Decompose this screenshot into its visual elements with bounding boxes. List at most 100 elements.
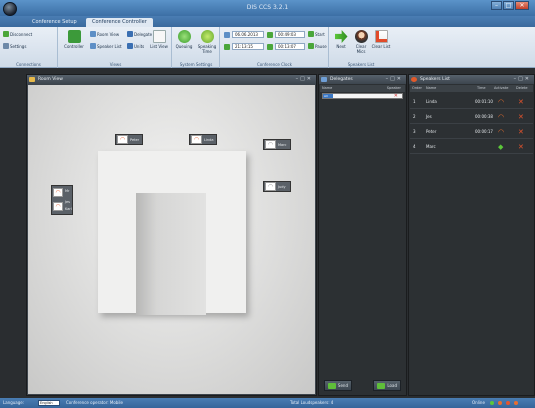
mic-unit-linda[interactable]: ◠ Linda (189, 134, 217, 145)
delete-icon[interactable]: ✕ (518, 125, 524, 139)
column-activate[interactable]: Activate (494, 85, 508, 92)
room-view-header: Room View –□✕ (27, 75, 316, 84)
window-title: DIS CCS 3.2.1 (246, 4, 289, 11)
tab-conference-setup[interactable]: Conference Setup (26, 18, 83, 27)
settings-button[interactable]: Settings (3, 43, 26, 49)
pause-button[interactable]: Pause (308, 43, 327, 49)
table-row[interactable]: 4 Marc ◆ ✕ (410, 140, 533, 154)
send-button[interactable]: Send (324, 380, 352, 391)
table-row[interactable]: 1 Linda 00:01:10 ◠ ✕ (410, 95, 533, 109)
column-name[interactable]: Name (322, 85, 332, 92)
column-name[interactable]: Name (426, 85, 436, 92)
panel-controls[interactable]: –□✕ (386, 75, 403, 84)
delegates-header: Delegates –□✕ (319, 75, 406, 84)
load-icon (377, 383, 385, 389)
disconnect-button[interactable]: Disconnect (3, 31, 32, 37)
ribbon: Disconnect Settings Connections Controll… (0, 27, 535, 68)
column-speaker[interactable]: Speaker (387, 85, 401, 92)
tab-conference-controller[interactable]: Conference Controller (86, 18, 153, 27)
wifi-icon: ◠ (265, 140, 276, 149)
ribbon-group-conference-clock: 06.06.2013 00:49:03 21:13:15 00:13:07 St… (221, 27, 329, 68)
mic-unit-judy[interactable]: ◠ Judy (263, 181, 291, 192)
group-label: Conference Clock (257, 62, 292, 67)
clear-mics-icon (354, 30, 368, 43)
table-opening (136, 193, 206, 315)
room-view-button[interactable]: Room View (90, 31, 119, 37)
speakers-list-header: Speakers List –□✕ (409, 75, 534, 84)
remaining-icon (267, 44, 273, 50)
speakers-column-header: Order Name Time Activate Delete (410, 85, 533, 92)
window-controls: – □ ✕ (491, 1, 529, 10)
delegates-column-header: Name Speaker (320, 85, 405, 92)
units-button[interactable]: Units (127, 43, 144, 49)
group-label: Connections (16, 62, 41, 67)
ribbon-group-views: Controller Room View Speaker List Delega… (60, 27, 172, 68)
table-row[interactable]: 2 Jes 00:00:38 ◠ ✕ (410, 110, 533, 124)
date-field[interactable]: 06.06.2013 (232, 31, 264, 38)
language-select[interactable]: English (38, 400, 60, 406)
speakers-list-panel: Speakers List –□✕ Order Name Time Activa… (408, 74, 535, 396)
room-floor: ◠ Peter ◠ Linda ◠ Marc ◠ Judy ◠ Mr ◠ Jes… (28, 85, 315, 394)
speakers-count-text: Total Loudspeakers: 4 (290, 400, 334, 405)
conference-table (98, 151, 246, 315)
delete-icon[interactable]: ✕ (518, 110, 524, 124)
wifi-icon[interactable]: ◠ (498, 110, 504, 124)
queuing-icon (177, 30, 191, 43)
clear-mics-button[interactable]: Clear Mics (351, 30, 371, 54)
column-delete[interactable]: Delete (516, 85, 528, 92)
wifi-icon[interactable]: ◆ (498, 140, 503, 154)
clock-time-field[interactable]: 00:49:03 (275, 31, 305, 38)
speaking-time-button[interactable]: Speaking Time (197, 30, 217, 54)
mic-unit-peter[interactable]: ◠ Peter (115, 134, 143, 145)
clock-icon (200, 30, 214, 43)
start-button[interactable]: Start (308, 31, 325, 37)
pause-icon (308, 43, 314, 49)
delete-icon[interactable]: ✕ (518, 140, 524, 154)
delete-icon[interactable]: ✕ (518, 95, 524, 109)
next-button[interactable]: Next (331, 30, 351, 49)
minimize-button[interactable]: – (491, 1, 502, 10)
mic-unit-marc[interactable]: ◠ Marc (263, 139, 291, 150)
clear-filter-icon[interactable]: ✕ (394, 93, 398, 99)
controller-button[interactable]: Controller (62, 30, 86, 49)
elapsed-time-field[interactable]: 21:13:15 (232, 43, 264, 50)
panel-controls[interactable]: –□✕ (296, 75, 313, 84)
people-icon (321, 77, 327, 82)
column-time[interactable]: Time (477, 85, 486, 92)
speakers-list-title: Speakers List (420, 77, 450, 82)
mic-unit-group[interactable]: ◠ Mr ◠ Jes Karl (51, 185, 73, 215)
send-icon (328, 383, 336, 389)
clear-list-icon (374, 30, 388, 43)
panel-controls[interactable]: –□✕ (514, 75, 531, 84)
clock-start-icon (267, 32, 273, 38)
load-button[interactable]: Load (373, 380, 401, 391)
speaker-list-button[interactable]: Speaker List (90, 43, 122, 49)
alert-status-icon (506, 401, 510, 405)
group-label: Views (109, 62, 122, 67)
delegate-button[interactable]: Delegate (127, 31, 152, 37)
title-bar: DIS CCS 3.2.1 – □ ✕ (0, 0, 535, 16)
controller-icon (67, 30, 81, 43)
room-view-panel: Room View –□✕ ◠ Peter ◠ Linda ◠ Marc ◠ J… (26, 74, 317, 396)
table-row[interactable]: 3 Peter 00:00:17 ◠ ✕ (410, 125, 533, 139)
remaining-time-field[interactable]: 00:13:07 (275, 43, 305, 50)
queuing-button[interactable]: Queuing (174, 30, 194, 49)
wifi-icon[interactable]: ◠ (498, 125, 504, 139)
clear-list-button[interactable]: Clear List (371, 30, 391, 49)
network-status-icon (498, 401, 502, 405)
wifi-icon[interactable]: ◠ (498, 95, 504, 109)
column-order[interactable]: Order (412, 85, 422, 92)
online-status-icon (490, 401, 494, 405)
group-label: System Settings (179, 62, 213, 67)
speaker-icon (411, 77, 417, 82)
maximize-button[interactable]: □ (503, 1, 514, 10)
play-icon (308, 31, 314, 37)
gear-icon (3, 43, 9, 49)
units-icon (127, 43, 133, 49)
list-view-button[interactable]: List View (150, 30, 168, 49)
online-label: Online (472, 400, 485, 405)
mic-status-icon (514, 401, 518, 405)
delegates-filter[interactable]: All ✕ (322, 93, 403, 99)
close-button[interactable]: ✕ (515, 1, 529, 10)
filter-value[interactable]: All (323, 94, 333, 98)
